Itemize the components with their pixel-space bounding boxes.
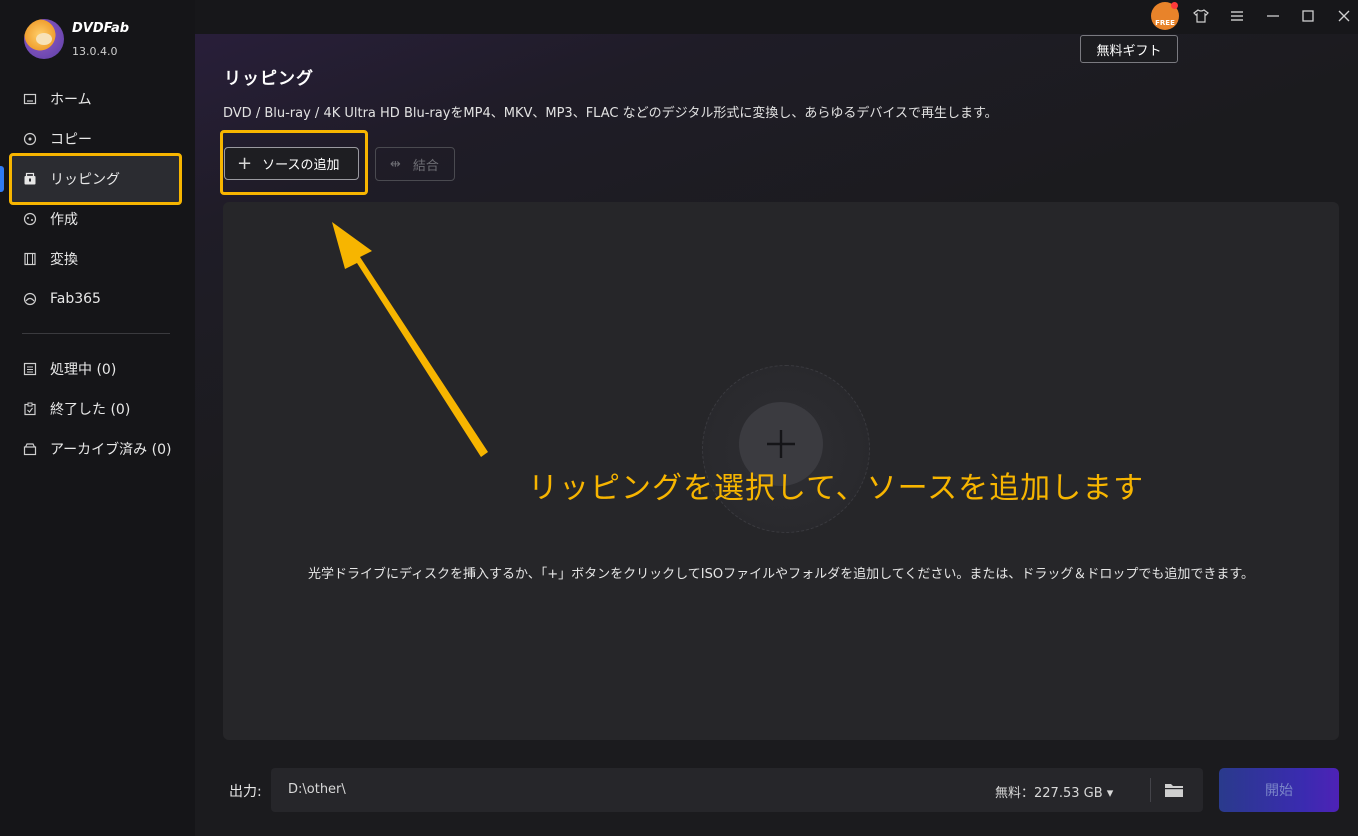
output-label: 出力: (229, 784, 262, 800)
start-button[interactable]: 開始 (1219, 768, 1339, 812)
folder-icon[interactable] (1162, 779, 1186, 801)
folder-separator (1150, 778, 1151, 802)
output-path: D:\other\ (288, 782, 346, 797)
annotation-arrow (332, 222, 488, 457)
free-space-dropdown[interactable]: 無料：227.53 GB ▾ (995, 782, 1113, 801)
annotation-text: リッピングを選択して、ソースを追加します (528, 471, 1145, 506)
